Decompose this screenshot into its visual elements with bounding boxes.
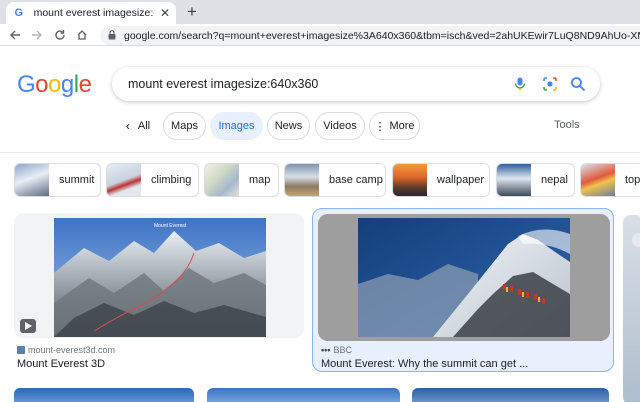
logo-letter: e: [78, 71, 92, 98]
image-result-card-selected[interactable]: ••• BBC Mount Everest: Why the summit ca…: [312, 208, 614, 372]
microphone-icon[interactable]: [512, 76, 528, 92]
browser-tabstrip: G mount everest imagesize:640x360 - Goog…: [0, 0, 640, 24]
chip-label: map: [249, 174, 271, 186]
image-caption: Mount Everest: [154, 223, 187, 229]
reload-icon[interactable]: [51, 26, 69, 44]
google-favicon-icon: G: [14, 7, 24, 19]
new-tab-icon[interactable]: +: [182, 2, 202, 22]
play-video-icon: [20, 319, 36, 333]
result-source[interactable]: mount-everest3d.com: [17, 345, 115, 355]
related-chip-map[interactable]: map: [204, 163, 279, 197]
related-chip-nepal[interactable]: nepal: [496, 163, 575, 197]
chip-thumbnail: [393, 164, 427, 196]
tab-title: mount everest imagesize:640x360 - Google…: [33, 7, 154, 19]
image-result-card[interactable]: Mount Everest mount-everest3d.com Mount …: [14, 213, 304, 375]
address-bar[interactable]: google.com/search?q=mount+everest+images…: [100, 26, 640, 45]
camera-lens-icon[interactable]: [542, 76, 558, 92]
tab-maps-label: Maps: [171, 120, 198, 132]
result-image-frame: [318, 214, 610, 341]
related-chip-wallpaper[interactable]: wallpaper: [392, 163, 490, 197]
back-arrow-icon[interactable]: [6, 26, 24, 44]
related-chip-climbing[interactable]: climbing: [106, 163, 199, 197]
close-icon[interactable]: [632, 233, 640, 247]
tools-button[interactable]: Tools: [554, 119, 580, 131]
search-icon[interactable]: [570, 76, 586, 92]
chip-thumbnail: [15, 164, 49, 196]
tab-more[interactable]: ⋮ More: [369, 112, 420, 140]
tab-all[interactable]: ‹ All: [118, 112, 158, 140]
chip-thumbnail: [285, 164, 319, 196]
result-title[interactable]: Mount Everest: Why the summit can get ..…: [321, 358, 528, 370]
search-input[interactable]: [128, 77, 498, 91]
tab-news[interactable]: News: [267, 112, 310, 140]
chip-label: top: [625, 174, 640, 186]
tab-images[interactable]: Images: [210, 112, 263, 140]
tab-maps[interactable]: Maps: [163, 112, 206, 140]
url-text: google.com/search?q=mount+everest+images…: [124, 29, 640, 42]
search-box: [112, 67, 600, 101]
chip-thumbnail: [205, 164, 239, 196]
result-source-label: BBC: [333, 345, 352, 355]
chevron-left-icon: ‹: [125, 119, 130, 133]
tab-more-label: More: [389, 120, 415, 132]
chip-label: summit: [59, 174, 95, 186]
image-result-thumbnail[interactable]: [14, 388, 194, 402]
home-icon[interactable]: [73, 26, 91, 44]
header-divider: [0, 152, 640, 153]
result-source[interactable]: ••• BBC: [321, 345, 352, 355]
site-favicon-icon: [17, 346, 25, 354]
google-logo[interactable]: Google: [17, 71, 92, 99]
related-chip-top[interactable]: top: [580, 163, 640, 197]
chip-thumbnail: [107, 164, 141, 196]
image-result-thumbnail[interactable]: [412, 388, 609, 402]
forward-arrow-icon[interactable]: [28, 26, 46, 44]
tab-images-label: Images: [218, 120, 255, 132]
more-horizontal-icon: •••: [321, 345, 331, 355]
tab-close-icon[interactable]: ✕: [160, 6, 170, 20]
result-image-frame: Mount Everest: [14, 213, 304, 338]
result-image-everest-summit[interactable]: [318, 214, 610, 341]
lock-icon: [108, 29, 116, 42]
chip-label: climbing: [151, 174, 192, 186]
browser-toolbar: google.com/search?q=mount+everest+images…: [0, 24, 640, 46]
logo-letter: G: [17, 71, 36, 98]
tab-videos[interactable]: Videos: [315, 112, 365, 140]
logo-letter: o: [48, 71, 61, 98]
chip-label: base camp: [329, 174, 383, 186]
more-vertical-icon: ⋮: [374, 120, 386, 133]
chip-thumbnail: [497, 164, 531, 196]
result-image-everest-3d[interactable]: Mount Everest: [14, 213, 304, 338]
result-source-label: mount-everest3d.com: [28, 345, 116, 355]
image-result-thumbnail[interactable]: [207, 388, 400, 402]
tab-all-label: All: [137, 120, 151, 132]
browser-tab[interactable]: G mount everest imagesize:640x360 - Goog…: [6, 2, 176, 24]
result-title[interactable]: Mount Everest 3D: [17, 358, 105, 370]
logo-letter: o: [35, 71, 49, 98]
logo-letter: g: [60, 71, 74, 98]
tab-news-label: News: [274, 120, 303, 132]
chip-label: nepal: [541, 174, 568, 186]
related-chip-summit[interactable]: summit: [14, 163, 101, 197]
chip-thumbnail: [581, 164, 615, 196]
search-filters: ‹ All Maps Images News Videos ⋮ More Too…: [0, 112, 640, 140]
tab-videos-label: Videos: [323, 120, 357, 132]
chip-label: wallpaper: [437, 174, 485, 186]
related-chip-base-camp[interactable]: base camp: [284, 163, 386, 197]
preview-panel-edge[interactable]: [623, 215, 640, 402]
